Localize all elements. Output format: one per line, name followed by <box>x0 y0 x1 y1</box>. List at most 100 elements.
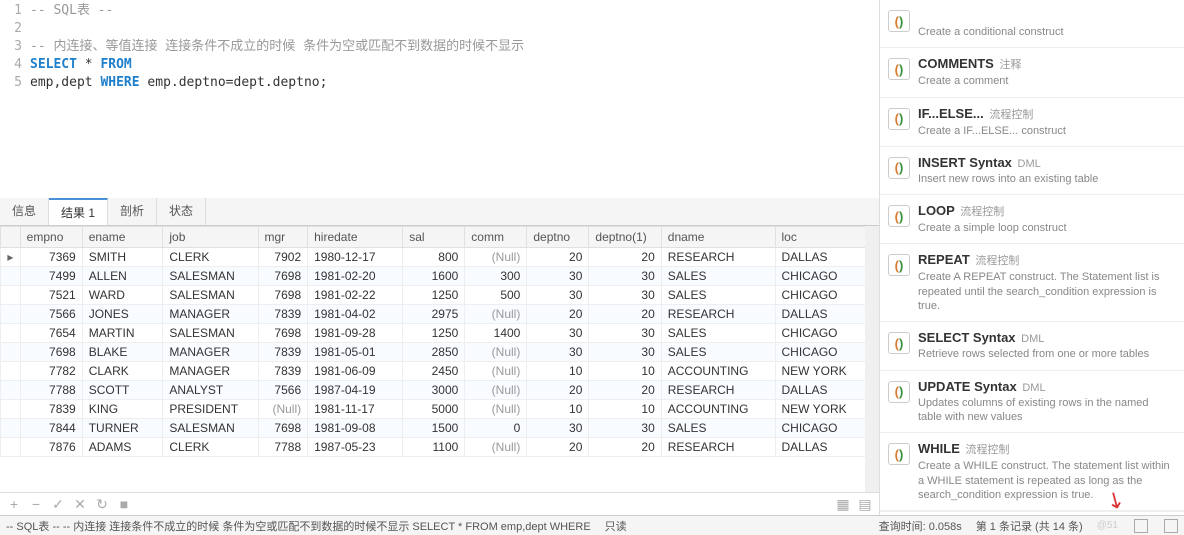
col-header-comm[interactable]: comm <box>465 227 527 248</box>
cell[interactable]: 10 <box>527 400 589 419</box>
table-row[interactable]: 7566JONESMANAGER78391981-04-022975(Null)… <box>1 305 879 324</box>
cell[interactable]: 1981-09-08 <box>308 419 403 438</box>
cell[interactable]: 7788 <box>258 438 308 457</box>
table-row[interactable]: ▸7369SMITHCLERK79021980-12-17800(Null)20… <box>1 248 879 267</box>
cell[interactable]: CHICAGO <box>775 324 878 343</box>
cell[interactable]: (Null) <box>465 400 527 419</box>
cell[interactable]: 7788 <box>20 381 82 400</box>
cell[interactable]: 1987-05-23 <box>308 438 403 457</box>
cell[interactable]: 0 <box>465 419 527 438</box>
cell[interactable]: 1400 <box>465 324 527 343</box>
cell[interactable]: 20 <box>589 381 661 400</box>
layout-icon-1[interactable] <box>1134 519 1148 533</box>
cell[interactable]: 30 <box>589 419 661 438</box>
cell[interactable]: ANALYST <box>163 381 258 400</box>
scrollbar[interactable] <box>865 226 879 492</box>
stop-icon[interactable]: ■ <box>116 496 132 512</box>
cell[interactable]: 7521 <box>20 286 82 305</box>
col-header-job[interactable]: job <box>163 227 258 248</box>
cell[interactable]: 1600 <box>403 267 465 286</box>
cell[interactable]: NEW YORK <box>775 362 878 381</box>
cell[interactable]: 7566 <box>258 381 308 400</box>
cell[interactable]: MANAGER <box>163 362 258 381</box>
grid-view-icon[interactable]: ▦ <box>835 496 851 512</box>
col-header-deptno[interactable]: deptno <box>527 227 589 248</box>
cell[interactable]: 300 <box>465 267 527 286</box>
cell[interactable]: 30 <box>589 286 661 305</box>
cell[interactable]: 20 <box>589 248 661 267</box>
cell[interactable]: 30 <box>589 324 661 343</box>
table-row[interactable]: 7788SCOTTANALYST75661987-04-193000(Null)… <box>1 381 879 400</box>
cell[interactable]: 2850 <box>403 343 465 362</box>
cell[interactable]: SALESMAN <box>163 267 258 286</box>
snippet-item[interactable]: ()COMMENTS 注释Create a comment <box>880 48 1184 97</box>
cell[interactable]: CHICAGO <box>775 286 878 305</box>
cell[interactable]: SALES <box>661 419 775 438</box>
form-view-icon[interactable]: ▤ <box>857 496 873 512</box>
cell[interactable]: 10 <box>589 400 661 419</box>
cell[interactable]: 30 <box>589 267 661 286</box>
cell[interactable]: 30 <box>527 267 589 286</box>
cell[interactable]: 1981-06-09 <box>308 362 403 381</box>
cell[interactable]: TURNER <box>82 419 163 438</box>
cell[interactable]: WARD <box>82 286 163 305</box>
cell[interactable]: 7698 <box>20 343 82 362</box>
cancel-icon[interactable]: ✕ <box>72 496 88 512</box>
cell[interactable]: 1981-02-22 <box>308 286 403 305</box>
cell[interactable]: 1100 <box>403 438 465 457</box>
cell[interactable]: 7499 <box>20 267 82 286</box>
cell[interactable]: DALLAS <box>775 381 878 400</box>
cell[interactable]: RESEARCH <box>661 248 775 267</box>
add-row-icon[interactable]: + <box>6 496 22 512</box>
delete-row-icon[interactable]: − <box>28 496 44 512</box>
snippet-item[interactable]: ()SELECT Syntax DMLRetrieve rows selecte… <box>880 322 1184 370</box>
table-row[interactable]: 7499ALLENSALESMAN76981981-02-20160030030… <box>1 267 879 286</box>
layout-icon-2[interactable] <box>1164 519 1178 533</box>
cell[interactable]: KING <box>82 400 163 419</box>
cell[interactable]: 1981-04-02 <box>308 305 403 324</box>
snippet-item[interactable]: ()LOOP 流程控制Create a simple loop construc… <box>880 195 1184 244</box>
cell[interactable]: 7902 <box>258 248 308 267</box>
cell[interactable]: 1500 <box>403 419 465 438</box>
cell[interactable]: 1981-05-01 <box>308 343 403 362</box>
cell[interactable]: RESEARCH <box>661 381 775 400</box>
cell[interactable]: 30 <box>527 286 589 305</box>
table-row[interactable]: 7521WARDSALESMAN76981981-02-221250500303… <box>1 286 879 305</box>
commit-icon[interactable]: ✓ <box>50 496 66 512</box>
cell[interactable]: SMITH <box>82 248 163 267</box>
cell[interactable]: 1981-11-17 <box>308 400 403 419</box>
cell[interactable]: MARTIN <box>82 324 163 343</box>
cell[interactable]: ACCOUNTING <box>661 400 775 419</box>
cell[interactable]: (Null) <box>465 248 527 267</box>
tab-剖析[interactable]: 剖析 <box>108 198 157 225</box>
cell[interactable]: CHICAGO <box>775 419 878 438</box>
cell[interactable]: 10 <box>589 362 661 381</box>
refresh-icon[interactable]: ↻ <box>94 496 110 512</box>
snippet-item[interactable]: ()INSERT Syntax DMLInsert new rows into … <box>880 147 1184 195</box>
cell[interactable]: SALESMAN <box>163 286 258 305</box>
cell[interactable]: SALES <box>661 324 775 343</box>
cell[interactable]: SALES <box>661 286 775 305</box>
col-header-loc[interactable]: loc <box>775 227 878 248</box>
cell[interactable]: 20 <box>589 438 661 457</box>
cell[interactable]: DALLAS <box>775 248 878 267</box>
cell[interactable]: (Null) <box>465 381 527 400</box>
cell[interactable]: PRESIDENT <box>163 400 258 419</box>
cell[interactable]: (Null) <box>465 438 527 457</box>
cell[interactable]: (Null) <box>465 305 527 324</box>
tab-信息[interactable]: 信息 <box>0 198 49 225</box>
sql-editor[interactable]: 1-- SQL表 --23-- 内连接、等值连接 连接条件不成立的时候 条件为空… <box>0 0 879 198</box>
cell[interactable]: BLAKE <box>82 343 163 362</box>
code-line[interactable]: SELECT * FROM <box>30 56 132 74</box>
cell[interactable]: (Null) <box>465 362 527 381</box>
snippet-item[interactable]: ()IF...ELSE... 流程控制Create a IF...ELSE...… <box>880 98 1184 147</box>
cell[interactable]: 1250 <box>403 286 465 305</box>
cell[interactable]: 7698 <box>258 419 308 438</box>
col-header-deptno(1)[interactable]: deptno(1) <box>589 227 661 248</box>
col-header-ename[interactable]: ename <box>82 227 163 248</box>
table-row[interactable]: 7839KINGPRESIDENT(Null)1981-11-175000(Nu… <box>1 400 879 419</box>
table-row[interactable]: 7782CLARKMANAGER78391981-06-092450(Null)… <box>1 362 879 381</box>
cell[interactable]: 20 <box>527 438 589 457</box>
cell[interactable]: RESEARCH <box>661 305 775 324</box>
cell[interactable]: 7698 <box>258 286 308 305</box>
